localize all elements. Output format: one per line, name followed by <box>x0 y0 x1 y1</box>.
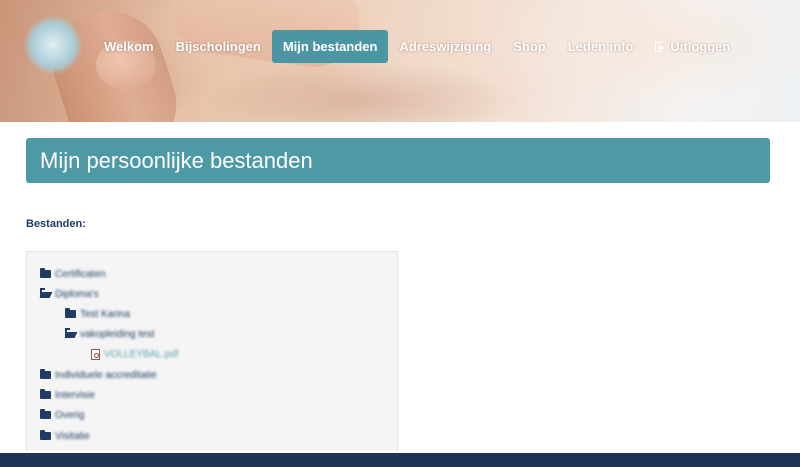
hero-banner: Welkom Bijscholingen Mijn bestanden Adre… <box>0 0 800 122</box>
nav-item-adreswijziging[interactable]: Adreswijziging <box>388 30 502 63</box>
tree-item[interactable]: Certificaten <box>40 266 106 282</box>
tree-item[interactable]: Intervisie <box>40 387 95 403</box>
footer-bar <box>0 453 800 467</box>
nav-item-shop[interactable]: Shop <box>502 30 557 63</box>
tree-item-label: vakopleiding test <box>80 328 155 340</box>
nav-item-leden-info[interactable]: Leden info <box>557 30 645 63</box>
tree-item[interactable]: Diploma's <box>40 286 99 302</box>
tree-item-label: Overig <box>55 409 85 421</box>
nav-item-uitloggen[interactable]: Uitloggen <box>644 30 741 63</box>
folder-icon <box>40 389 51 399</box>
tree-item[interactable]: Individuele accreditatie <box>40 367 157 383</box>
tree-item-label: Individuele accreditatie <box>55 369 157 381</box>
nav-item-bijscholingen[interactable]: Bijscholingen <box>165 30 272 63</box>
nav-item-mijn-bestanden[interactable]: Mijn bestanden <box>271 30 389 63</box>
nav-item-welkom[interactable]: Welkom <box>93 30 165 63</box>
folder-open-icon <box>65 328 76 338</box>
tree-item[interactable]: Visitatie <box>40 428 90 444</box>
folder-icon <box>40 369 51 379</box>
tree-item-label: Intervisie <box>55 389 96 401</box>
page-title: Mijn persoonlijke bestanden <box>40 147 313 173</box>
tree-item-label: Certificaten <box>55 268 106 280</box>
tree-item[interactable]: Test Karina <box>65 306 130 322</box>
folder-icon <box>40 409 51 419</box>
nav-item-label: Shop <box>513 39 546 54</box>
hero-image-part <box>200 60 520 122</box>
file-tree: Certificaten Diploma's Test Karina vakop… <box>26 251 398 451</box>
folder-icon <box>40 430 51 440</box>
nav-item-label: Adreswijziging <box>399 39 492 54</box>
folder-icon <box>40 268 51 278</box>
logout-icon <box>655 41 666 52</box>
main-nav: Welkom Bijscholingen Mijn bestanden Adre… <box>93 30 741 63</box>
site-logo[interactable] <box>26 18 80 72</box>
pdf-file-icon <box>91 348 100 360</box>
nav-item-label: Leden info <box>567 39 634 54</box>
tree-item-label: Visitatie <box>55 430 90 442</box>
nav-item-label: Bijscholingen <box>175 39 261 54</box>
tree-item[interactable]: vakopleiding test <box>65 326 155 342</box>
tree-file-item[interactable]: VOLLEYBAL.pdf <box>91 346 179 362</box>
nav-item-label: Uitloggen <box>670 39 731 54</box>
files-label: Bestanden: <box>26 218 86 230</box>
page-title-banner: Mijn persoonlijke bestanden <box>26 138 770 183</box>
nav-item-label: Mijn bestanden <box>282 39 378 54</box>
folder-open-icon <box>40 288 51 298</box>
tree-item-label: Test Karina <box>80 308 131 320</box>
tree-item-label: VOLLEYBAL.pdf <box>104 348 179 360</box>
tree-item[interactable]: Overig <box>40 407 84 423</box>
nav-item-label: Welkom <box>104 39 154 54</box>
folder-icon <box>65 308 76 318</box>
tree-item-label: Diploma's <box>55 288 99 300</box>
